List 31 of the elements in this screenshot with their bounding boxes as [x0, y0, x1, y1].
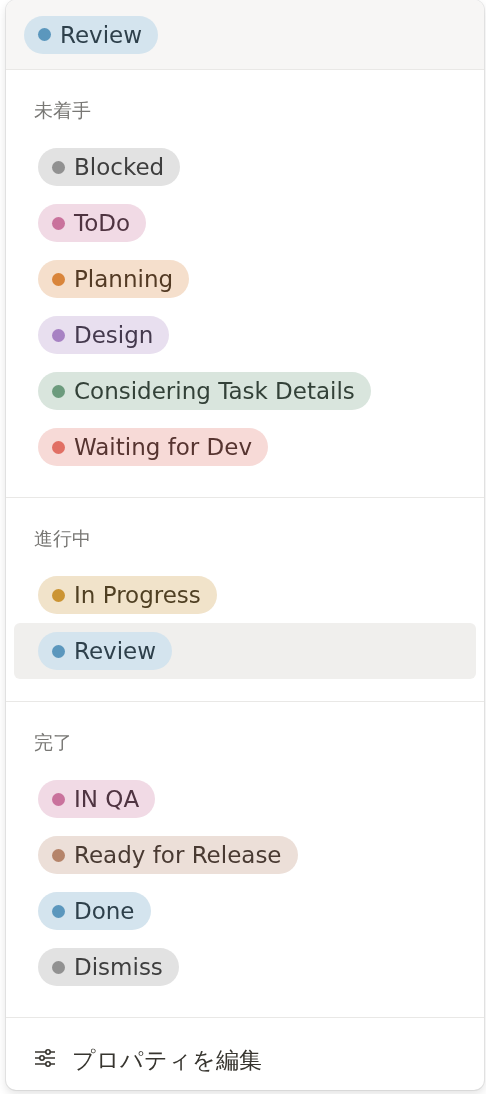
status-label: Waiting for Dev [74, 434, 253, 460]
option-row[interactable]: IN QA [14, 771, 476, 827]
status-label: Ready for Release [74, 842, 282, 868]
option-row-highlighted[interactable]: Review [14, 623, 476, 679]
group-heading: 未着手 [33, 98, 92, 123]
option-row[interactable]: In Progress [14, 567, 476, 623]
option-row[interactable]: Waiting for Dev [14, 419, 476, 475]
option-row[interactable]: Considering Task Details [14, 363, 476, 419]
status-label: Design [74, 322, 154, 348]
sliders-icon [34, 1049, 56, 1067]
option-row[interactable]: Blocked [14, 139, 476, 195]
group-heading: 進行中 [33, 526, 92, 551]
option-row[interactable]: Done [14, 883, 476, 939]
group-heading: 完了 [33, 730, 73, 755]
status-label: Review [60, 21, 143, 48]
status-label: Done [74, 898, 135, 924]
status-label: IN QA [74, 786, 140, 812]
option-row[interactable]: ToDo [14, 195, 476, 251]
status-label: Review [74, 638, 157, 664]
option-row[interactable]: Ready for Release [14, 827, 476, 883]
status-tag[interactable]: Review [24, 15, 159, 54]
option-row[interactable]: Planning [14, 251, 476, 307]
status-label: Considering Task Details [74, 378, 355, 404]
status-label: Dismiss [74, 954, 163, 980]
status-label: Blocked [74, 154, 165, 180]
status-label: Planning [74, 266, 174, 292]
option-row[interactable]: Dismiss [14, 939, 476, 995]
edit-property-item[interactable]: プロパティを編集 [6, 1018, 484, 1090]
status-label: In Progress [74, 582, 201, 608]
status-label: ToDo [74, 210, 130, 236]
option-row[interactable]: Design [14, 307, 476, 363]
